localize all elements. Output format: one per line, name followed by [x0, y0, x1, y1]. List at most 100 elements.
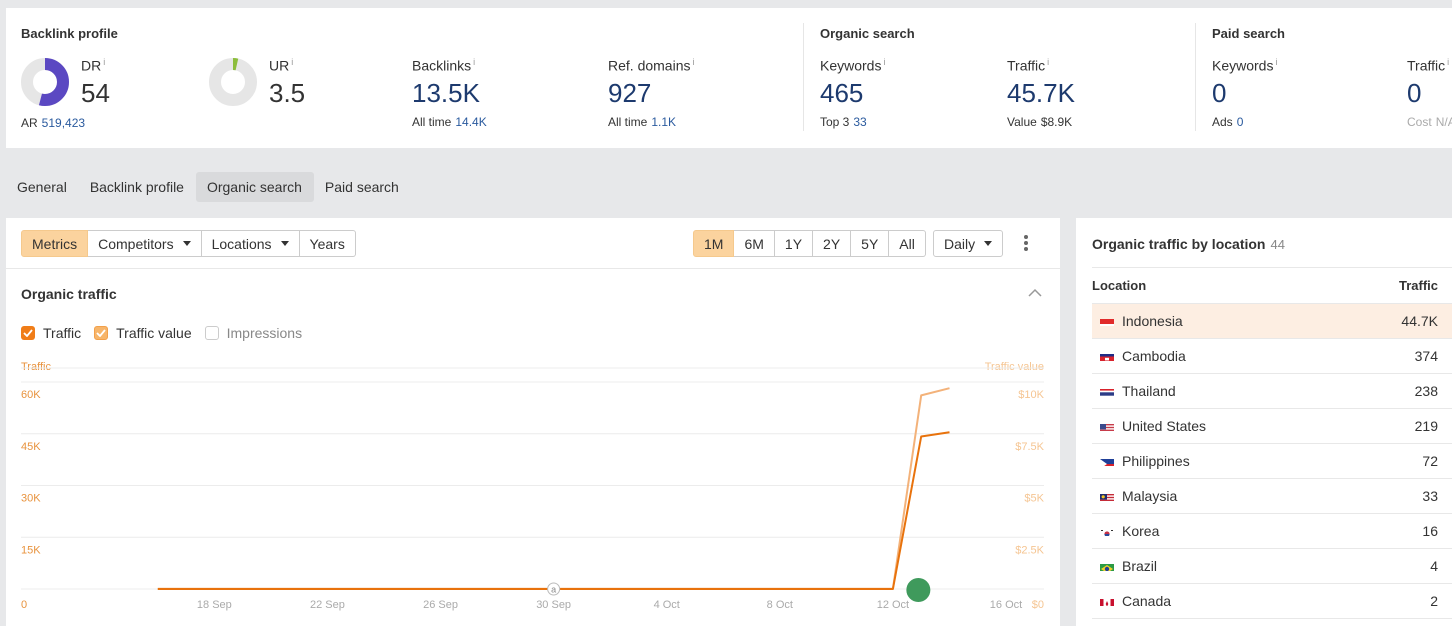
caret-down-icon	[182, 241, 191, 246]
traffic-value-checkbox-label: Traffic value	[116, 325, 192, 341]
y2-tick-label: $2.5K	[1015, 544, 1044, 556]
location-row[interactable]: Korea 16	[1092, 514, 1452, 549]
range-1m-button[interactable]: 1M	[693, 230, 735, 257]
location-panel-title: Organic traffic by location 44	[1092, 236, 1285, 252]
location-row[interactable]: Indonesia 44.7K	[1092, 304, 1452, 339]
location-row[interactable]: Malaysia 33	[1092, 479, 1452, 514]
flag-kh-icon	[1100, 351, 1114, 361]
tab-backlink-profile[interactable]: Backlink profile	[79, 172, 196, 202]
range-all-button[interactable]: All	[889, 230, 926, 257]
traffic-value: 72	[1422, 453, 1438, 469]
location-name-cell: Philippines	[1100, 453, 1190, 469]
y-tick-label: 15K	[21, 544, 41, 556]
backlinks-alltime-value[interactable]: 14.4K	[455, 115, 486, 129]
flag-ph-icon	[1100, 456, 1114, 466]
flag-th-icon	[1100, 386, 1114, 396]
info-icon[interactable]: i	[883, 57, 885, 67]
flag-ca-icon	[1100, 596, 1114, 606]
backlinks-value[interactable]: 13.5K	[412, 78, 487, 108]
location-name-cell: Cambodia	[1100, 348, 1186, 364]
location-row[interactable]: Cambodia 374	[1092, 339, 1452, 374]
series-toggles: Traffic Traffic value Impressions	[21, 325, 315, 341]
range-6m-button[interactable]: 6M	[734, 230, 775, 257]
checkbox-unchecked-icon	[204, 326, 219, 340]
traffic-by-location-panel: Organic traffic by location 44 Location T…	[1076, 218, 1452, 626]
x-tick-label: 18 Sep	[197, 599, 232, 611]
locations-dropdown[interactable]: Locations	[201, 230, 300, 257]
y-axis-title: Traffic	[21, 361, 51, 373]
ref-domains-alltime-value[interactable]: 1.1K	[651, 115, 676, 129]
competitors-dropdown[interactable]: Competitors	[88, 230, 202, 257]
info-icon[interactable]: i	[103, 57, 105, 67]
location-name-cell: Indonesia	[1100, 313, 1183, 329]
date-range-group: 1M 6M 1Y 2Y 5Y All	[693, 230, 926, 257]
info-icon[interactable]: i	[1275, 57, 1277, 67]
interval-dropdown[interactable]: Daily	[933, 230, 1004, 257]
ar-value[interactable]: 519,423	[42, 116, 85, 130]
section-tabs: General Backlink profile Organic search …	[6, 172, 411, 202]
location-count: 44	[1270, 237, 1285, 252]
location-row[interactable]: Canada 2	[1092, 584, 1452, 619]
view-mode-group: Metrics Competitors Locations Years	[21, 230, 356, 257]
info-icon[interactable]: i	[291, 57, 293, 67]
paid-traffic-value[interactable]: 0	[1407, 78, 1452, 108]
location-row[interactable]: Philippines 72	[1092, 444, 1452, 479]
traffic-value-checkbox[interactable]: Traffic value	[94, 325, 192, 341]
info-icon[interactable]: i	[692, 57, 694, 67]
organic-keywords-value[interactable]: 465	[820, 78, 885, 108]
y2-tick-label: $0	[1032, 599, 1044, 611]
range-1y-button[interactable]: 1Y	[774, 230, 814, 257]
y-tick-label: 60K	[21, 389, 41, 401]
divider	[1195, 23, 1196, 131]
top3-value[interactable]: 33	[853, 115, 866, 129]
ar-metric: AR 519,423	[21, 116, 85, 130]
range-5y-button[interactable]: 5Y	[851, 230, 890, 257]
annotation-marker-icon[interactable]: a	[547, 582, 561, 596]
location-table-header: Location Traffic	[1092, 268, 1452, 304]
annotation-label: a	[551, 585, 556, 595]
location-name-cell: Korea	[1100, 523, 1159, 539]
tab-paid-search[interactable]: Paid search	[314, 172, 411, 202]
tab-organic-search[interactable]: Organic search	[195, 172, 314, 202]
column-header-traffic[interactable]: Traffic	[1399, 278, 1438, 293]
tab-general[interactable]: General	[6, 172, 79, 202]
range-2y-button[interactable]: 2Y	[813, 230, 852, 257]
traffic-value: 33	[1422, 488, 1438, 504]
ref-domains-value[interactable]: 927	[608, 78, 694, 108]
impressions-checkbox[interactable]: Impressions	[204, 325, 302, 341]
caret-down-icon	[984, 241, 993, 246]
divider	[803, 23, 804, 131]
ads-label: Ads	[1212, 114, 1233, 129]
ref-domains-label: Ref. domains	[608, 57, 691, 74]
location-row[interactable]: Brazil 4	[1092, 549, 1452, 584]
location-name-cell: Canada	[1100, 593, 1171, 609]
paid-keywords-label: Keywords	[1212, 57, 1274, 74]
info-icon[interactable]: i	[1047, 57, 1049, 67]
flag-br-icon	[1100, 561, 1114, 571]
paid-traffic-label: Traffic	[1407, 57, 1446, 74]
dr-gauge	[21, 58, 69, 106]
column-header-location[interactable]: Location	[1092, 278, 1146, 293]
info-icon[interactable]: i	[473, 57, 475, 67]
location-row[interactable]: Thailand 238	[1092, 374, 1452, 409]
checkbox-checked-icon	[21, 326, 35, 340]
chevron-up-icon[interactable]	[1028, 288, 1042, 298]
ads-value[interactable]: 0	[1237, 115, 1244, 129]
more-options-icon[interactable]	[1023, 235, 1029, 251]
traffic-checkbox[interactable]: Traffic	[21, 325, 81, 341]
y2-tick-label: $7.5K	[1015, 441, 1044, 453]
location-row[interactable]: United States 219	[1092, 409, 1452, 444]
x-tick-label: 4 Oct	[654, 599, 680, 611]
organic-traffic-chart[interactable]: Traffic Traffic value 0 15K 30K 45K 60K $0 $2…	[6, 348, 1060, 626]
country-name: Malaysia	[1122, 488, 1178, 504]
info-icon[interactable]: i	[1447, 57, 1449, 67]
metrics-button[interactable]: Metrics	[21, 230, 89, 257]
years-button[interactable]: Years	[299, 230, 356, 257]
update-marker-icon[interactable]	[906, 578, 931, 602]
organic-traffic-value[interactable]: 45.7K	[1007, 78, 1075, 108]
paid-keywords-value[interactable]: 0	[1212, 78, 1277, 108]
chart-title: Organic traffic	[21, 286, 117, 302]
series-line-traffic	[157, 431, 950, 590]
country-name: Canada	[1122, 593, 1172, 609]
traffic-value: 44.7K	[1401, 313, 1438, 329]
